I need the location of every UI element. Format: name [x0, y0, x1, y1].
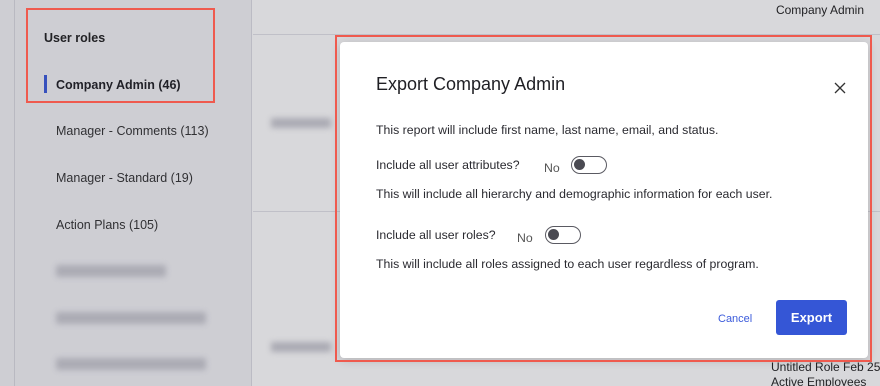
roles-toggle[interactable]	[545, 226, 581, 244]
roles-option-description: This will include all roles assigned to …	[376, 257, 759, 271]
attributes-toggle[interactable]	[571, 156, 607, 174]
attributes-option-description: This will include all hierarchy and demo…	[376, 187, 773, 201]
roles-option-label: Include all user roles?	[376, 228, 496, 242]
cancel-button[interactable]: Cancel	[718, 313, 752, 325]
toggle-knob	[574, 159, 585, 170]
close-button[interactable]	[830, 78, 850, 98]
export-dialog: Export Company Admin This report will in…	[340, 42, 868, 358]
toggle-knob	[548, 229, 559, 240]
close-icon	[834, 82, 846, 94]
export-button[interactable]: Export	[776, 300, 847, 335]
roles-toggle-state: No	[517, 231, 533, 245]
dialog-intro-text: This report will include first name, las…	[376, 123, 719, 137]
dialog-title: Export Company Admin	[376, 74, 566, 94]
attributes-toggle-state: No	[544, 161, 560, 175]
attributes-option-label: Include all user attributes?	[376, 158, 520, 172]
